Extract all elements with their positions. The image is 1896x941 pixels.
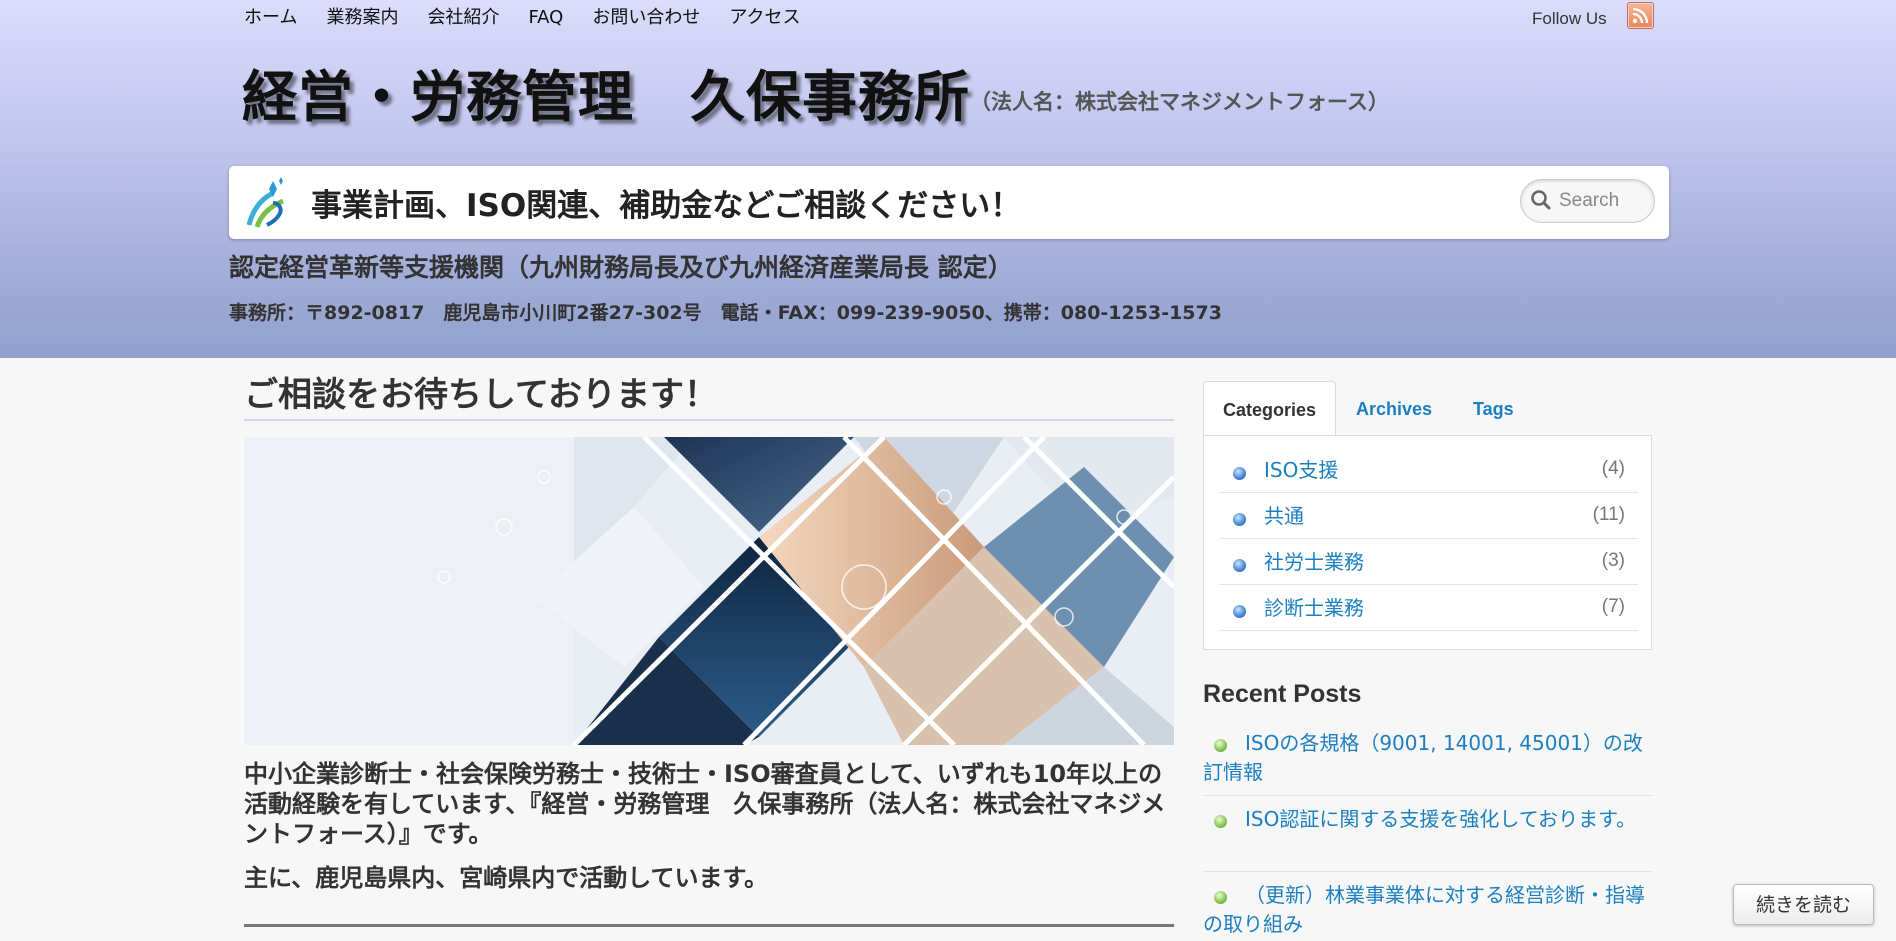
bullet-icon <box>1233 605 1246 618</box>
title-divider <box>244 419 1174 421</box>
category-label[interactable]: 社労士業務 <box>1264 549 1364 575</box>
category-item[interactable]: 社労士業務 (3) <box>1219 539 1638 585</box>
recent-post-item[interactable]: ISO認証に関する支援を強化しております。 <box>1203 805 1652 872</box>
category-item[interactable]: ISO支援 (4) <box>1219 447 1638 493</box>
category-label[interactable]: 診断士業務 <box>1264 595 1364 621</box>
category-label[interactable]: 共通 <box>1264 503 1304 529</box>
recent-post-link[interactable]: ISOの各規格（9001, 14001, 45001）の改訂情報 <box>1203 729 1652 787</box>
banner-bar: 事業計画、ISO関連、補助金などご相談ください！ <box>229 166 1669 239</box>
content-divider <box>244 924 1174 927</box>
category-count: (3) <box>1601 550 1625 571</box>
nav-item-contact[interactable]: お問い合わせ <box>592 6 700 30</box>
nav-item-company[interactable]: 会社紹介 <box>427 6 499 30</box>
hero-image <box>244 437 1174 745</box>
certification-text: 認定経営革新等支援機関（九州財務局長及び九州経済産業局長 認定） <box>229 253 1013 282</box>
bullet-icon <box>1233 559 1246 572</box>
tab-archives[interactable]: Archives <box>1356 381 1432 435</box>
intro-paragraph: 中小企業診断士・社会保険労務士・技術士・ISO審査員として、いずれも10年以上の… <box>244 760 1166 848</box>
tab-tags[interactable]: Tags <box>1473 381 1514 435</box>
category-label[interactable]: ISO支援 <box>1264 457 1338 483</box>
post-title[interactable]: ご相談をお待ちしております！ <box>244 372 718 418</box>
nav-item-faq[interactable]: FAQ <box>528 6 563 30</box>
search-input[interactable] <box>1557 186 1651 216</box>
follow-us-label: Follow Us <box>1532 9 1607 28</box>
category-count: (7) <box>1601 596 1625 617</box>
category-item[interactable]: 診断士業務 (7) <box>1219 585 1638 631</box>
rss-icon[interactable] <box>1627 2 1654 29</box>
site-header: ホーム 業務案内 会社紹介 FAQ お問い合わせ アクセス Follow Us … <box>0 0 1896 358</box>
address-text: 事務所：〒892-0817 鹿児島市小川町2番27-302号 電話・FAX：09… <box>229 302 1222 324</box>
logo-icon <box>246 176 285 228</box>
recent-post-item[interactable]: （更新）林業事業体に対する経営診断・指導の取り組み <box>1203 881 1652 941</box>
main-nav: ホーム 業務案内 会社紹介 FAQ お問い合わせ アクセス <box>244 6 829 30</box>
bullet-icon <box>1233 467 1246 480</box>
recent-post-item[interactable]: ISOの各規格（9001, 14001, 45001）の改訂情報 <box>1203 729 1652 796</box>
bullet-icon <box>1233 513 1246 526</box>
nav-item-services[interactable]: 業務案内 <box>326 6 398 30</box>
sidebar-tabs: Categories Archives Tags <box>1203 381 1653 436</box>
tab-categories[interactable]: Categories <box>1203 381 1336 436</box>
nav-item-access[interactable]: アクセス <box>729 6 800 30</box>
hero-graphic <box>244 437 1174 745</box>
banner-image[interactable]: 事業計画、ISO関連、補助金などご相談ください！ <box>243 174 1178 231</box>
site-title[interactable]: 経営・労務管理 久保事務所 <box>242 62 970 132</box>
recent-posts-heading: Recent Posts <box>1203 680 1362 708</box>
read-more-button[interactable]: 続きを読む <box>1733 884 1874 925</box>
search-box[interactable] <box>1520 179 1655 223</box>
banner-text: 事業計画、ISO関連、補助金などご相談ください！ <box>311 188 1022 224</box>
category-count: (4) <box>1601 458 1625 479</box>
site-subtitle: （法人名：株式会社マネジメントフォース） <box>970 90 1389 114</box>
recent-post-link[interactable]: （更新）林業事業体に対する経営診断・指導の取り組み <box>1203 881 1652 939</box>
intro-paragraph-2: 主に、鹿児島県内、宮崎県内で活動しています。 <box>244 864 769 892</box>
search-icon <box>1531 190 1551 210</box>
category-item[interactable]: 共通 (11) <box>1219 493 1638 539</box>
nav-item-home[interactable]: ホーム <box>244 6 297 30</box>
categories-panel: ISO支援 (4) 共通 (11) 社労士業務 (3) 診断士業務 (7) <box>1203 435 1652 650</box>
recent-post-link[interactable]: ISO認証に関する支援を強化しております。 <box>1203 805 1652 834</box>
category-count: (11) <box>1592 504 1625 525</box>
